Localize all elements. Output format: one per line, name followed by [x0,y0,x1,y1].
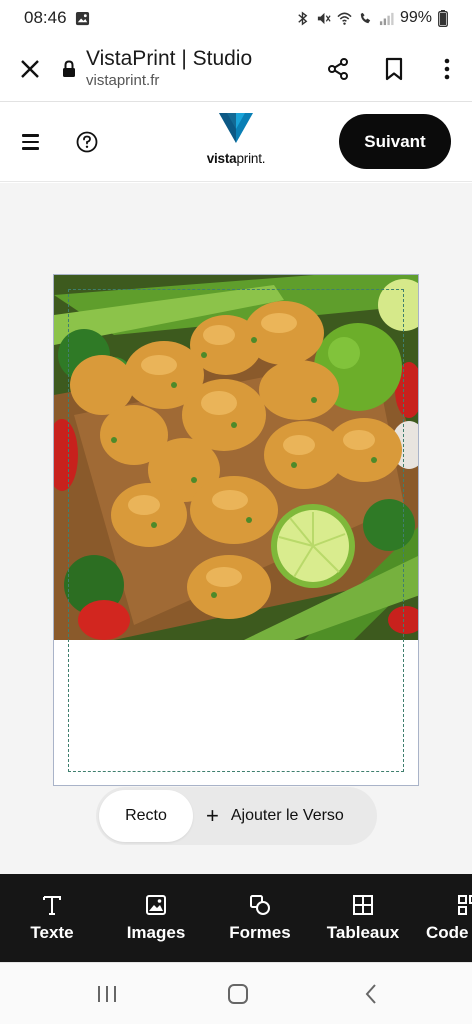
image-icon [146,895,166,915]
logo-wordmark: vistaprint. [206,151,266,166]
tool-text[interactable]: Texte [22,874,82,962]
gallery-notification-icon [75,11,89,25]
back-button[interactable] [356,981,386,1007]
page-info[interactable]: VistaPrint | Studio vistaprint.fr [86,47,310,91]
page-url: vistaprint.fr [86,71,160,89]
status-bar: 08:46 99% [0,0,472,36]
battery-percent: 99% [399,9,432,26]
table-icon [353,895,373,915]
shapes-icon [250,895,270,915]
design-card[interactable] [53,274,419,786]
share-button[interactable] [310,36,366,102]
wifi-icon [337,12,352,25]
front-side-tab[interactable]: Recto [99,790,193,842]
vistaprint-logo-mark [219,113,253,143]
food-photo[interactable] [54,275,418,640]
help-icon[interactable] [74,129,100,155]
tool-images[interactable]: Images [121,874,191,962]
add-back-side-button[interactable]: + Ajouter le Verso [206,790,344,842]
home-icon [228,984,248,1004]
add-back-side-label: Ajouter le Verso [230,807,344,824]
tool-text-label: Texte [30,923,74,942]
design-canvas-area: Recto + Ajouter le Verso [0,183,472,874]
more-options-button[interactable] [422,36,472,102]
food-photo-illustration [54,275,418,640]
system-navigation-bar [0,962,472,1024]
tool-shapes[interactable]: Formes [224,874,296,962]
recent-apps-button[interactable] [92,981,122,1007]
tool-code-label: Code [426,923,469,942]
bluetooth-icon [298,10,308,26]
home-button[interactable] [223,981,253,1007]
bottom-toolbar: Texte Images Formes Tableaux Code [0,874,472,962]
plus-icon: + [206,803,219,828]
tool-tables[interactable]: Tableaux [322,874,404,962]
menu-icon[interactable] [22,128,50,156]
battery-icon [438,9,448,27]
signal-icon [379,12,394,25]
status-time: 08:46 [24,8,67,27]
recent-apps-icon [98,986,116,1002]
wifi-calling-icon [360,12,371,23]
share-icon [328,57,348,80]
page-title: VistaPrint | Studio [86,46,253,70]
more-vert-icon [444,58,450,79]
next-button[interactable]: Suivant [339,114,451,169]
tool-code[interactable]: Code [426,874,472,962]
lock-icon[interactable] [60,58,78,80]
vistaprint-logo[interactable]: vistaprint. [196,112,276,170]
close-tab-button[interactable] [0,36,60,102]
tool-shapes-label: Formes [229,923,291,942]
close-icon [21,59,39,78]
tool-images-label: Images [126,923,186,942]
mute-icon [317,12,331,24]
qr-code-icon [458,895,472,915]
browser-toolbar: VistaPrint | Studio vistaprint.fr [0,36,472,102]
bookmark-icon [385,57,403,80]
text-icon [43,896,61,915]
bookmark-button[interactable] [366,36,422,102]
side-toggle: Recto + Ajouter le Verso [96,787,377,845]
back-icon [365,984,376,1004]
tool-tables-label: Tableaux [326,923,400,942]
